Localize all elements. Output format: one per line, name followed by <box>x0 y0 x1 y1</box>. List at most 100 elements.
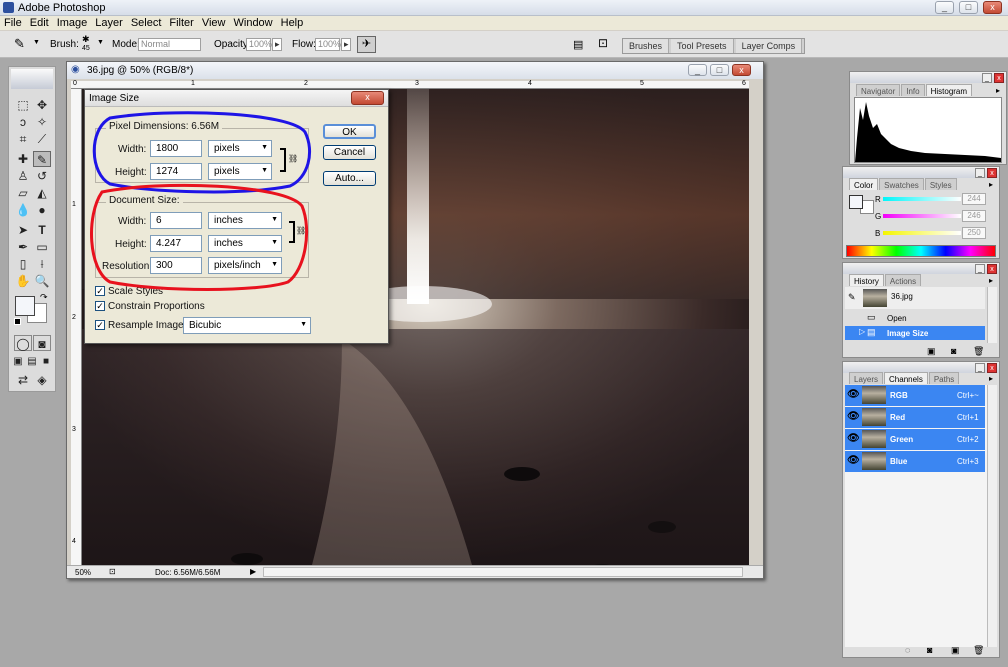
status-icon[interactable]: ⊡ <box>109 567 116 576</box>
auto-button[interactable]: Auto... <box>323 171 376 186</box>
new-document-from-state-icon[interactable]: ▣ <box>927 346 936 357</box>
document-title-bar[interactable]: ◉ 36.jpg @ 50% (RGB/8*) _ □ x <box>67 62 763 79</box>
dialog-title-bar[interactable]: Image Size x <box>85 90 388 107</box>
pixel-width-unit-select[interactable]: pixels <box>208 140 272 157</box>
tab-layers[interactable]: Layers <box>849 372 884 384</box>
brush-tool-icon[interactable]: ✎ <box>14 36 25 52</box>
flow-stepper[interactable]: ▸ <box>341 38 351 51</box>
quick-mask-mode-icon[interactable]: ◙ <box>33 335 51 351</box>
opacity-input[interactable]: 100% <box>246 38 272 51</box>
panel-menu-icon[interactable]: ▸ <box>989 180 993 189</box>
tab-channels[interactable]: Channels <box>884 372 928 384</box>
dialog-close-button[interactable]: x <box>351 91 384 105</box>
menu-file[interactable]: File <box>0 16 26 30</box>
imageready-icon[interactable]: ◈ <box>33 372 51 388</box>
doc-minimize-button[interactable]: _ <box>688 64 707 76</box>
tab-info[interactable]: Info <box>901 84 925 96</box>
history-state-slider-icon[interactable]: ▷ <box>859 327 865 336</box>
history-snapshot[interactable]: ✎ 36.jpg <box>845 287 985 309</box>
blur-tool-icon[interactable]: 💧 <box>14 202 32 218</box>
opacity-stepper[interactable]: ▸ <box>272 38 282 51</box>
doc-close-button[interactable]: x <box>732 64 751 76</box>
horizontal-scrollbar[interactable] <box>263 567 743 577</box>
panel-minimize-button[interactable]: _ <box>975 363 985 373</box>
channel-r-slider[interactable] <box>883 197 961 201</box>
visibility-eye-icon[interactable]: 👁 <box>847 411 860 422</box>
resample-method-select[interactable]: Bicubic <box>183 317 311 334</box>
pixel-height-input[interactable]: 1274 <box>150 163 202 180</box>
standard-mode-icon[interactable]: ◯ <box>14 335 32 351</box>
type-tool-icon[interactable]: T <box>33 222 51 238</box>
visibility-eye-icon[interactable]: 👁 <box>847 455 860 466</box>
magic-wand-tool-icon[interactable]: ✧ <box>33 114 51 130</box>
tab-swatches[interactable]: Swatches <box>879 178 924 190</box>
shape-tool-icon[interactable]: ▭ <box>33 239 51 255</box>
well-tab-tool-presets[interactable]: Tool Presets <box>671 39 734 53</box>
tab-navigator[interactable]: Navigator <box>856 84 901 96</box>
full-screen-mode-icon[interactable]: ■ <box>39 354 53 370</box>
foreground-color-swatch[interactable] <box>849 195 863 209</box>
full-screen-menu-mode-icon[interactable]: ▤ <box>25 354 39 370</box>
channel-b-slider[interactable] <box>883 231 961 235</box>
chevron-down-icon[interactable]: ▼ <box>33 39 40 46</box>
visibility-eye-icon[interactable]: 👁 <box>847 389 860 400</box>
channel-row-blue[interactable]: 👁 Blue Ctrl+3 <box>845 451 985 472</box>
path-selection-tool-icon[interactable]: ➤ <box>14 222 32 238</box>
menu-select[interactable]: Select <box>127 16 166 30</box>
doc-width-input[interactable]: 6 <box>150 212 202 229</box>
doc-maximize-button[interactable]: □ <box>710 64 729 76</box>
doc-height-input[interactable]: 4.247 <box>150 235 202 252</box>
history-item-active[interactable]: ▷ ▤ Image Size <box>845 326 985 340</box>
tab-histogram[interactable]: Histogram <box>925 84 973 96</box>
notes-tool-icon[interactable]: ▯ <box>14 256 32 272</box>
scale-styles-checkbox[interactable]: ✓ <box>95 286 105 296</box>
flow-input[interactable]: 100% <box>315 38 341 51</box>
eraser-tool-icon[interactable]: ▱ <box>14 185 32 201</box>
paint-bucket-tool-icon[interactable]: ◭ <box>33 185 51 201</box>
doc-width-unit-select[interactable]: inches <box>208 212 282 229</box>
tab-styles[interactable]: Styles <box>924 178 957 190</box>
pen-tool-icon[interactable]: ✒ <box>14 239 32 255</box>
menu-edit[interactable]: Edit <box>26 16 53 30</box>
tab-history[interactable]: History <box>849 274 884 286</box>
chevron-down-icon[interactable]: ▼ <box>97 39 104 46</box>
feather-logo-icon[interactable] <box>11 69 53 89</box>
history-scrollbar[interactable] <box>987 287 997 343</box>
minimize-button[interactable]: _ <box>935 1 954 14</box>
palette-icon[interactable]: ▤ <box>573 38 583 51</box>
panel-close-button[interactable]: x <box>994 73 1004 83</box>
constrain-proportions-checkbox[interactable]: ✓ <box>95 301 105 311</box>
standard-screen-mode-icon[interactable]: ▣ <box>11 354 25 370</box>
menu-filter[interactable]: Filter <box>165 16 197 30</box>
menu-window[interactable]: Window <box>230 16 277 30</box>
brush-tool-icon[interactable]: ✎ <box>33 151 51 167</box>
move-tool-icon[interactable]: ✥ <box>33 97 51 113</box>
swap-colors-icon[interactable]: ↷ <box>40 292 48 303</box>
resolution-unit-select[interactable]: pixels/inch <box>208 257 282 274</box>
panel-menu-icon[interactable]: ▸ <box>989 374 993 383</box>
channel-row-red[interactable]: 👁 Red Ctrl+1 <box>845 407 985 428</box>
history-brush-source-icon[interactable]: ✎ <box>848 292 856 303</box>
pixel-width-input[interactable]: 1800 <box>150 140 202 157</box>
ok-button[interactable]: OK <box>323 124 376 139</box>
foreground-color-swatch[interactable] <box>15 296 35 316</box>
channel-row-rgb[interactable]: 👁 RGB Ctrl+~ <box>845 385 985 406</box>
mode-select[interactable]: Normal <box>138 38 201 51</box>
panel-close-button[interactable]: x <box>987 264 997 274</box>
new-snapshot-icon[interactable]: ◙ <box>951 346 956 356</box>
zoom-tool-icon[interactable]: 🔍 <box>33 273 51 289</box>
panel-menu-icon[interactable]: ▸ <box>996 86 1000 95</box>
cancel-button[interactable]: Cancel <box>323 145 376 160</box>
hand-tool-icon[interactable]: ✋ <box>14 273 32 289</box>
channel-g-value[interactable]: 246 <box>962 210 986 222</box>
panel-minimize-button[interactable]: _ <box>975 168 985 178</box>
history-item[interactable]: ▭ Open <box>845 311 985 325</box>
panel-close-button[interactable]: x <box>987 168 997 178</box>
doc-height-unit-select[interactable]: inches <box>208 235 282 252</box>
eyedropper-tool-icon[interactable]: ⟊ <box>33 256 51 272</box>
tab-paths[interactable]: Paths <box>928 372 960 384</box>
menu-image[interactable]: Image <box>53 16 92 30</box>
maximize-button[interactable]: □ <box>959 1 978 14</box>
trash-icon[interactable]: 🗑 <box>973 346 984 357</box>
file-browser-icon[interactable]: ⊡ <box>598 36 608 50</box>
